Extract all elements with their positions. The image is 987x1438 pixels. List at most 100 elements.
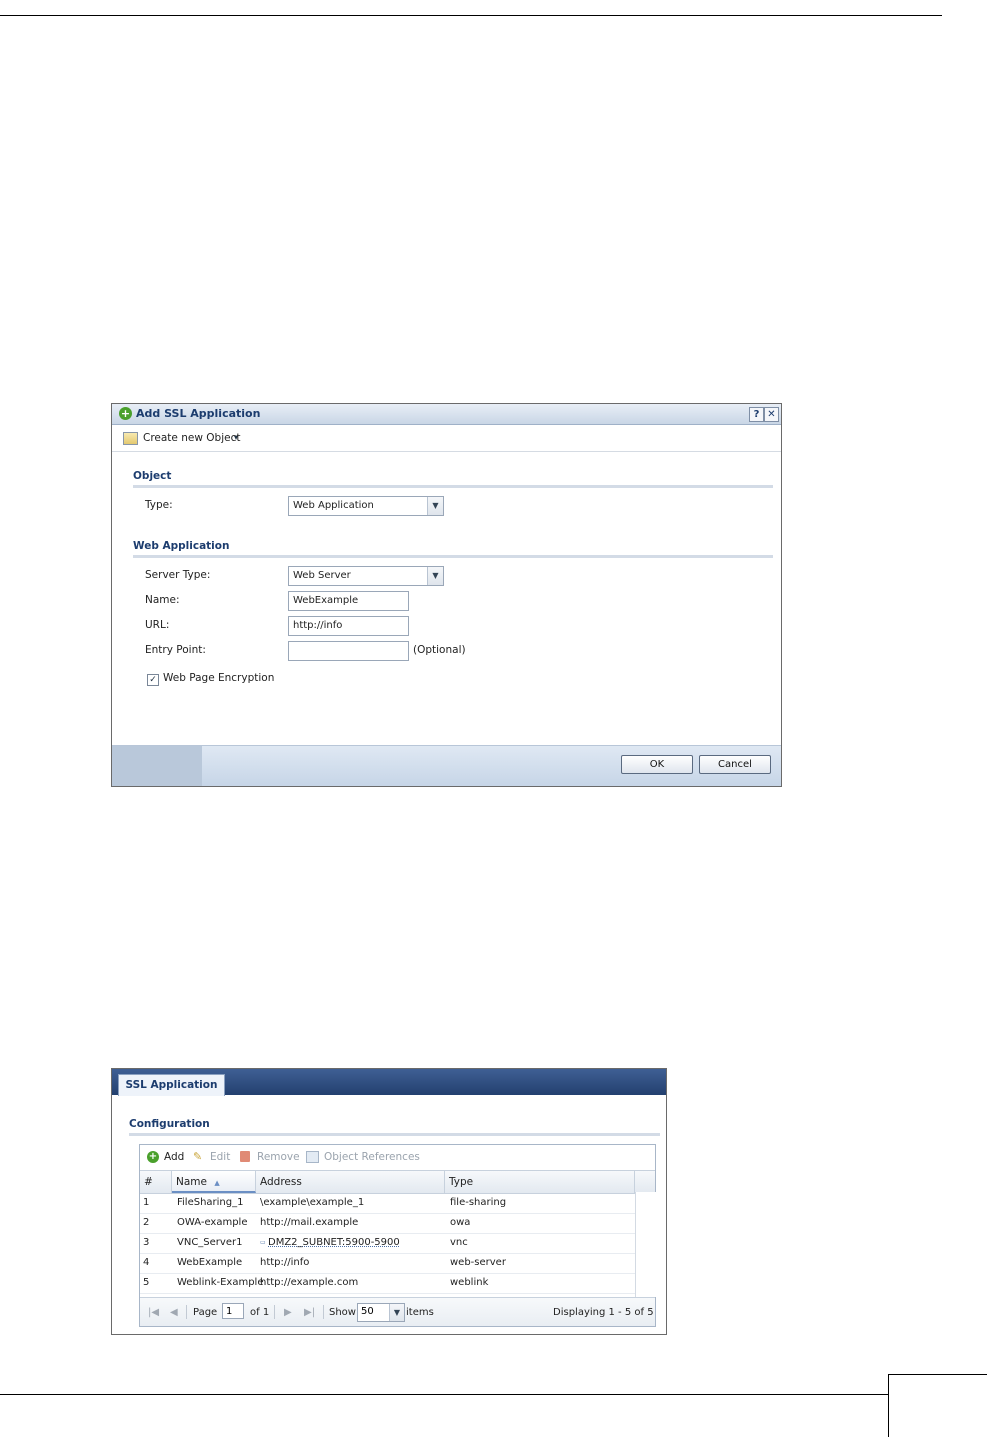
row-type: owa <box>450 1217 471 1228</box>
row-address: http://example.com <box>260 1277 359 1288</box>
add-icon[interactable]: + <box>147 1151 159 1163</box>
column-header-address[interactable]: Address <box>256 1171 445 1193</box>
first-page-icon[interactable]: |◀ <box>148 1307 159 1318</box>
help-icon[interactable]: ? <box>749 407 764 422</box>
remove-button[interactable]: Remove <box>257 1151 300 1163</box>
column-header-name[interactable]: Name ▲ <box>172 1171 256 1193</box>
type-label: Type: <box>145 499 173 511</box>
ssl-application-panel: SSL Application Configuration + Add ✎ Ed… <box>111 1068 667 1335</box>
section-divider <box>129 1133 660 1136</box>
row-address: http://mail.example <box>260 1217 359 1228</box>
trash-icon <box>240 1151 250 1162</box>
column-header-name-label: Name <box>176 1176 207 1188</box>
section-divider <box>133 485 773 488</box>
chevron-down-icon[interactable]: ▼ <box>389 1304 404 1321</box>
chevron-down-icon[interactable]: ▼ <box>427 497 443 515</box>
pager-divider <box>323 1305 324 1319</box>
name-input[interactable]: WebExample <box>288 591 409 611</box>
entry-point-label: Entry Point: <box>145 644 206 656</box>
table-header: # Name ▲ Address Type <box>140 1170 655 1194</box>
section-webapp-heading: Web Application <box>133 540 230 552</box>
column-header-spacer <box>635 1171 655 1193</box>
entry-point-input[interactable] <box>288 641 409 661</box>
web-page-encryption-label: Web Page Encryption <box>163 672 275 684</box>
configuration-heading: Configuration <box>129 1118 210 1130</box>
ssl-application-table: + Add ✎ Edit Remove Object References # … <box>139 1144 656 1327</box>
row-address: http://info <box>260 1257 310 1268</box>
next-page-icon[interactable]: ▶ <box>284 1307 292 1318</box>
dialog-title-bar: + Add SSL Application ? ✕ <box>112 404 781 425</box>
panel-header: SSL Application <box>112 1069 666 1096</box>
object-references-button[interactable]: Object References <box>324 1151 420 1163</box>
address-object-icon: ▭ <box>260 1239 266 1246</box>
url-label: URL: <box>145 619 170 631</box>
previous-page-icon[interactable]: ◀ <box>170 1307 178 1318</box>
chevron-down-icon[interactable]: ▼ <box>427 567 443 585</box>
row-number: 4 <box>143 1257 150 1268</box>
table-scroll-column[interactable] <box>635 1192 656 1297</box>
section-divider <box>133 555 773 558</box>
server-type-label: Server Type: <box>145 569 211 581</box>
items-label: items <box>406 1307 434 1318</box>
row-type: weblink <box>450 1277 489 1288</box>
page-number-box <box>888 1374 987 1437</box>
page-size-value: 50 <box>361 1306 374 1317</box>
table-row[interactable]: 4 WebExample http://info web-server <box>140 1253 635 1274</box>
dialog-body: Object Type: Web Application ▼ Web Appli… <box>118 452 773 744</box>
column-header-type[interactable]: Type <box>445 1171 635 1193</box>
close-icon[interactable]: ✕ <box>764 407 779 422</box>
column-header-num[interactable]: # <box>140 1171 172 1193</box>
dialog-footer: OK Cancel <box>112 745 781 786</box>
row-type: web-server <box>450 1257 506 1268</box>
show-label: Show <box>329 1307 356 1318</box>
object-references-icon <box>306 1151 319 1163</box>
table-row[interactable]: 1 FileSharing_1 \example\example_1 file-… <box>140 1193 635 1214</box>
cancel-button[interactable]: Cancel <box>699 755 771 774</box>
dialog-title: Add SSL Application <box>136 407 261 420</box>
pager-divider <box>274 1305 275 1319</box>
type-select[interactable]: Web Application ▼ <box>288 496 444 516</box>
table-row[interactable]: 5 Weblink-Example http://example.com web… <box>140 1273 635 1294</box>
row-number: 5 <box>143 1277 150 1288</box>
chevron-down-icon[interactable]: ▾ <box>234 433 238 442</box>
create-new-object-button[interactable]: Create new Object <box>143 432 240 444</box>
table-pager: |◀ ◀ Page 1 of 1 ▶ ▶| Show 50 ▼ items Di… <box>140 1297 655 1326</box>
row-number: 1 <box>143 1197 150 1208</box>
last-page-icon[interactable]: ▶| <box>304 1307 315 1318</box>
add-ssl-application-dialog: + Add SSL Application ? ✕ Create new Obj… <box>111 403 782 787</box>
page-size-select[interactable]: 50 ▼ <box>357 1303 405 1322</box>
sort-ascending-icon: ▲ <box>214 1179 220 1187</box>
edit-button[interactable]: Edit <box>210 1151 230 1163</box>
displaying-status: Displaying 1 - 5 of 5 <box>553 1307 654 1318</box>
footer-shade <box>112 746 202 786</box>
web-page-encryption-checkbox[interactable]: ✓ <box>147 674 159 686</box>
table-row[interactable]: 3 VNC_Server1 ▭ DMZ2_SUBNET:5900-5900 vn… <box>140 1233 635 1254</box>
dialog-toolbar: Create new Object ▾ <box>112 425 781 452</box>
row-address: \example\example_1 <box>260 1197 365 1208</box>
row-number: 3 <box>143 1237 150 1248</box>
row-type: vnc <box>450 1237 468 1248</box>
ok-button[interactable]: OK <box>621 755 693 774</box>
row-name: FileSharing_1 <box>177 1197 244 1208</box>
tab-ssl-application[interactable]: SSL Application <box>118 1074 225 1096</box>
row-name: VNC_Server1 <box>177 1237 243 1248</box>
page-bottom-rule <box>0 1394 888 1395</box>
table-toolbar: + Add ✎ Edit Remove Object References <box>140 1145 655 1169</box>
name-input-value: WebExample <box>293 595 359 606</box>
object-icon <box>123 432 138 445</box>
server-type-select[interactable]: Web Server ▼ <box>288 566 444 586</box>
page-number-input[interactable]: 1 <box>222 1303 244 1319</box>
page-count-label: of 1 <box>250 1307 270 1318</box>
add-icon: + <box>119 407 132 420</box>
page-label: Page <box>193 1307 218 1318</box>
row-address[interactable]: DMZ2_SUBNET:5900-5900 <box>268 1237 400 1248</box>
edit-icon: ✎ <box>193 1150 203 1163</box>
url-input[interactable]: http://info <box>288 616 409 636</box>
server-type-select-value: Web Server <box>293 570 351 581</box>
section-object-heading: Object <box>133 470 172 482</box>
row-type: file-sharing <box>450 1197 507 1208</box>
add-button[interactable]: Add <box>164 1151 184 1163</box>
optional-hint: (Optional) <box>413 644 466 656</box>
table-row[interactable]: 2 OWA-example http://mail.example owa <box>140 1213 635 1234</box>
page-top-rule <box>0 15 942 16</box>
